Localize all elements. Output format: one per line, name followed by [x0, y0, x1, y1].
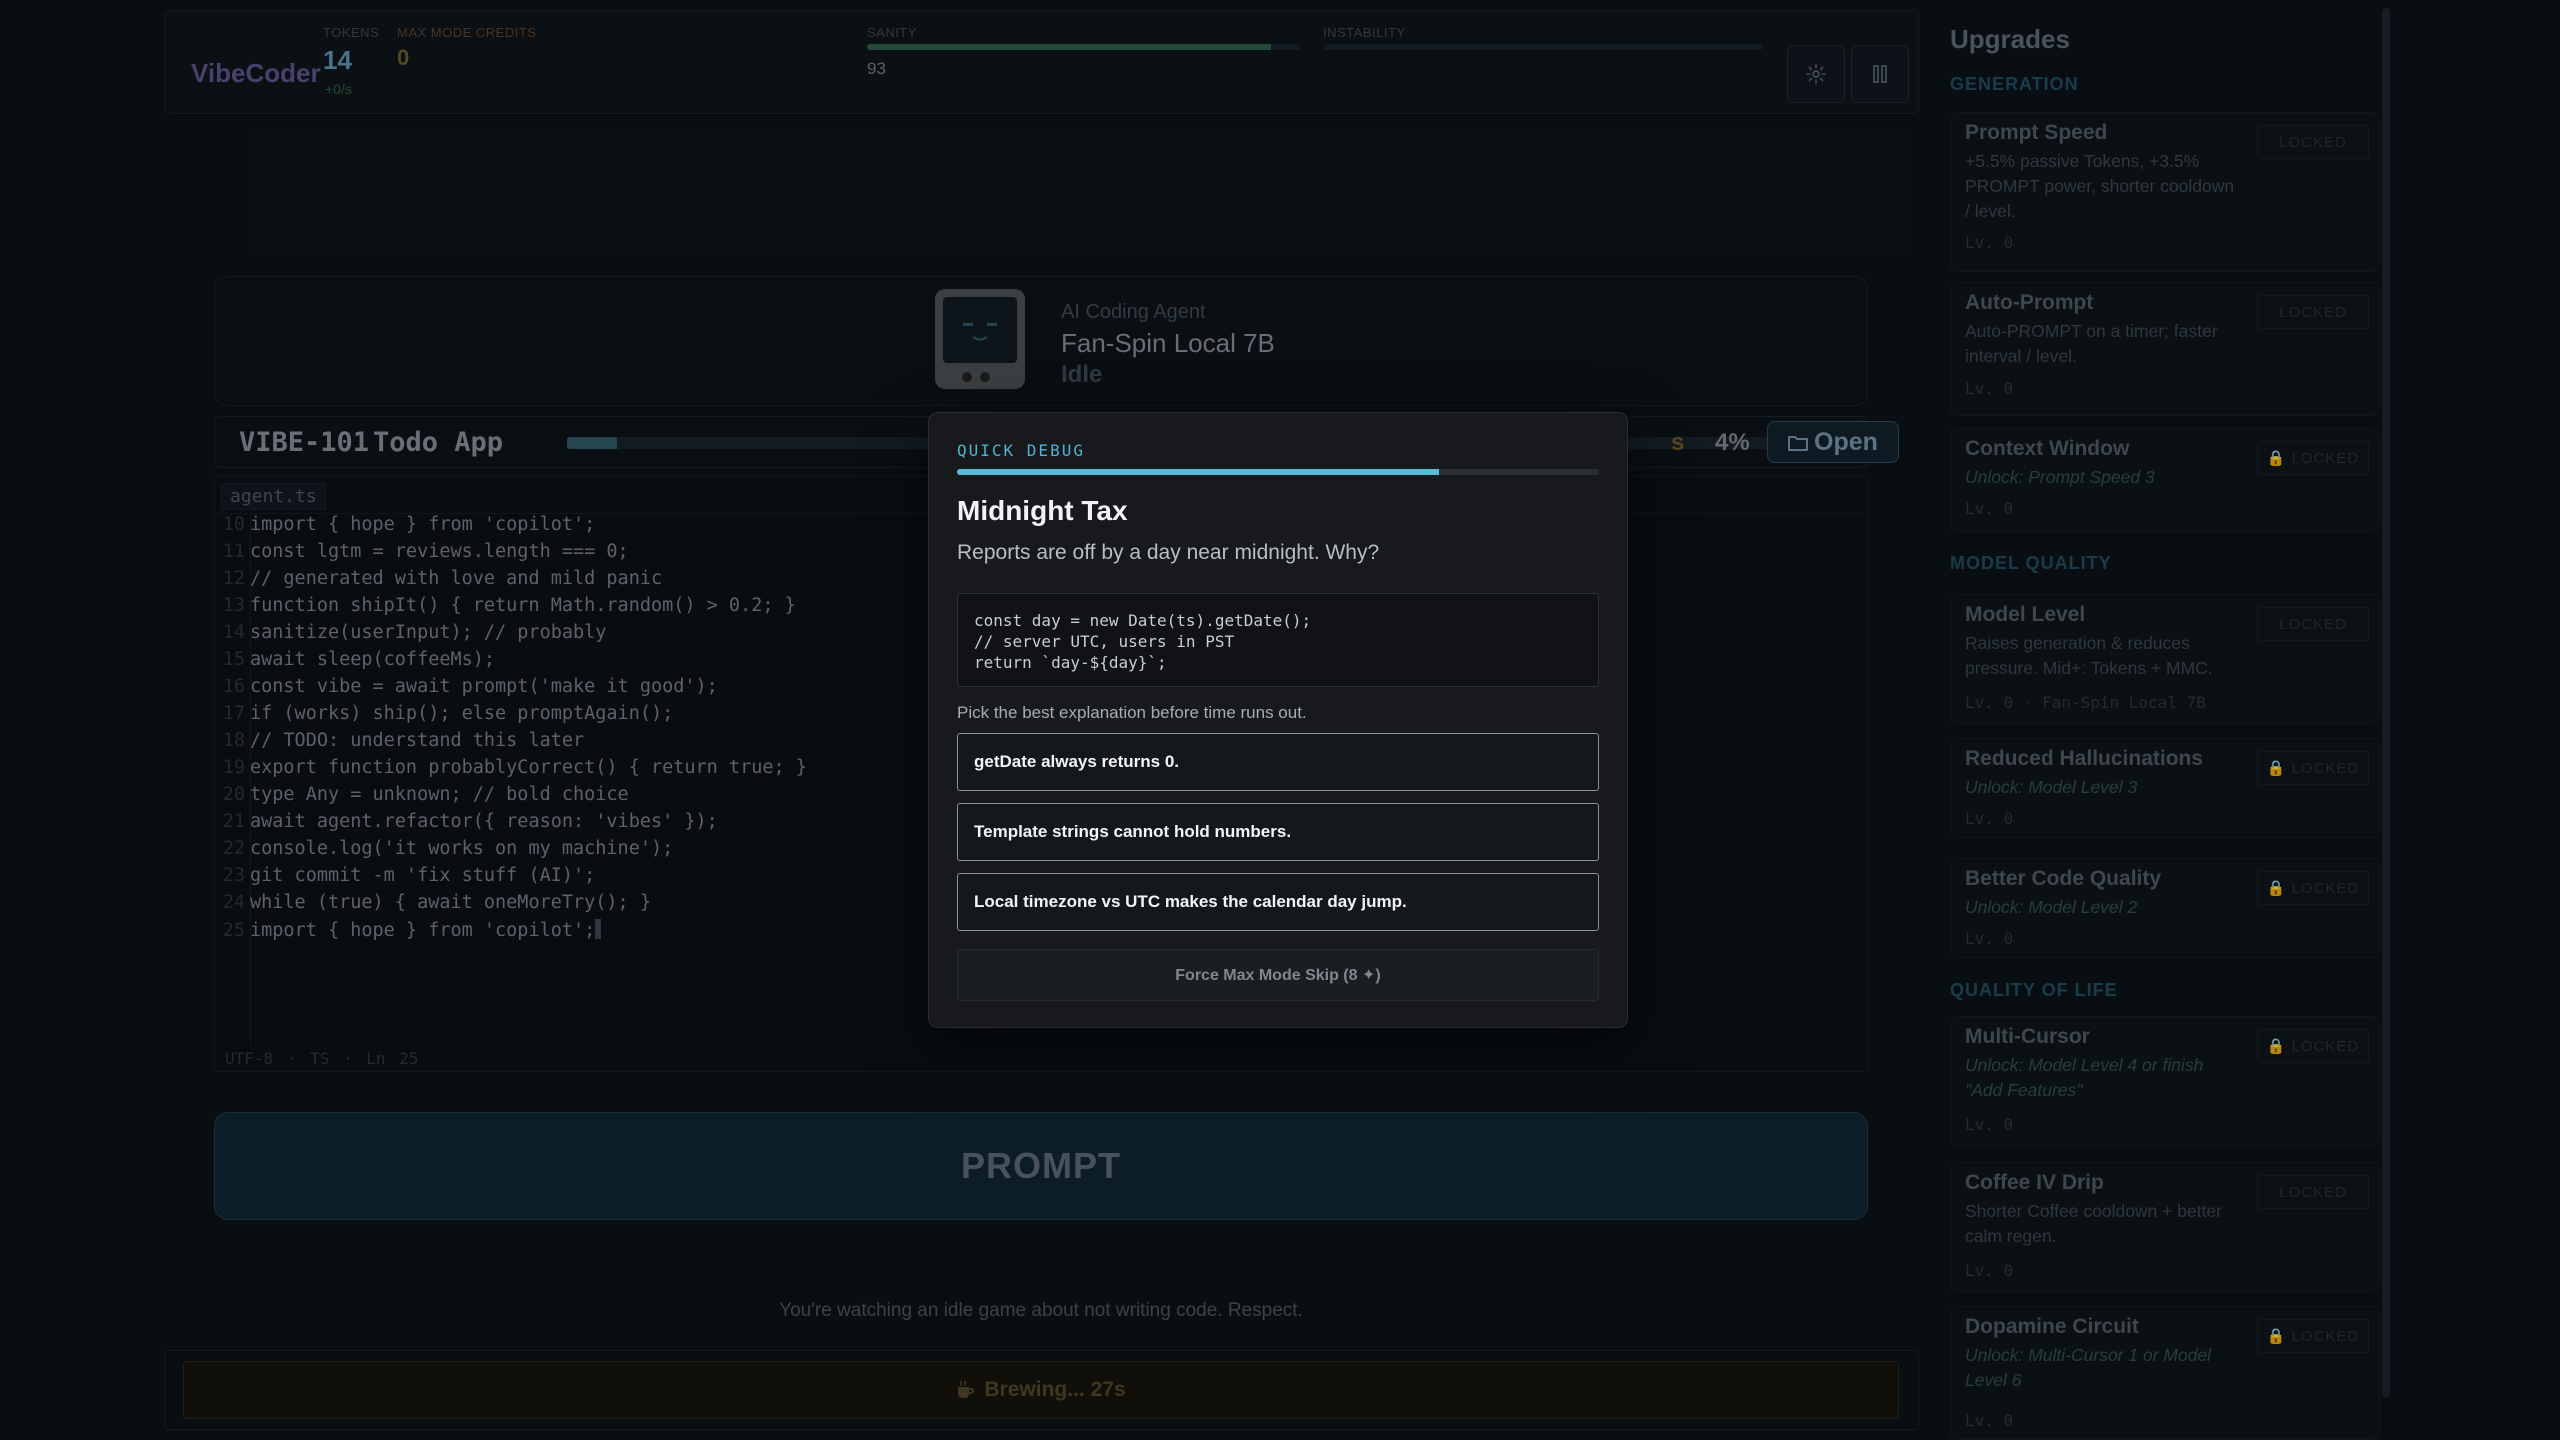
max-mode-skip-button[interactable]: Force Max Mode Skip (8 ✦) [957, 949, 1599, 1001]
modal-code-snippet: const day = new Date(ts).getDate(); // s… [957, 593, 1599, 687]
answer-option-2[interactable]: Template strings cannot hold numbers. [957, 803, 1599, 861]
quick-debug-modal: QUICK DEBUG Midnight Tax Reports are off… [928, 412, 1628, 1028]
modal-title: Midnight Tax [957, 495, 1128, 526]
modal-timer-bar [957, 469, 1599, 475]
modal-hint: Pick the best explanation before time ru… [957, 703, 1307, 722]
answer-option-3[interactable]: Local timezone vs UTC makes the calendar… [957, 873, 1599, 931]
answer-option-1[interactable]: getDate always returns 0. [957, 733, 1599, 791]
modal-timer-fill [957, 469, 1439, 475]
modal-description: Reports are off by a day near midnight. … [957, 541, 1380, 564]
modal-eyebrow: QUICK DEBUG [957, 441, 1085, 460]
